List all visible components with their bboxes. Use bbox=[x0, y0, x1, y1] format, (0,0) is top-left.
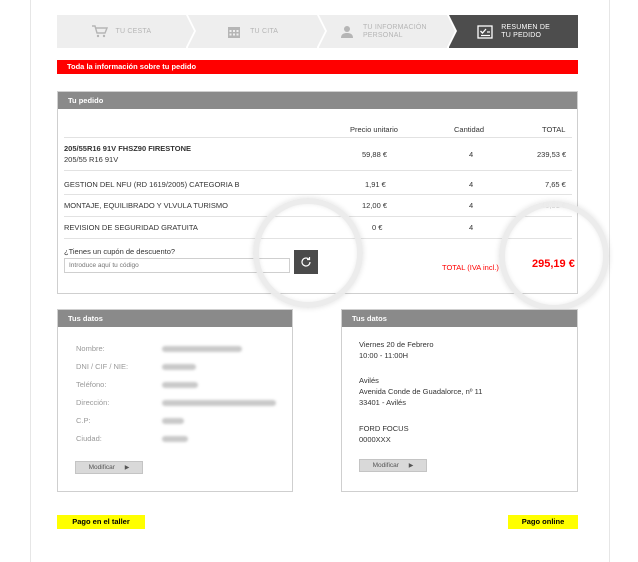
item-name: 205/55R16 91V FHSZ90 FIRESTONE bbox=[64, 144, 192, 153]
step-summary[interactable]: RESUMEN DE TU PEDIDO bbox=[449, 15, 578, 48]
modify-appointment-button[interactable]: Modificar ▶ bbox=[359, 459, 427, 472]
step-summary-label: RESUMEN DE TU PEDIDO bbox=[501, 24, 550, 40]
vehicle-model: FORD FOCUS bbox=[359, 424, 409, 433]
play-icon: ▶ bbox=[408, 463, 414, 469]
total-label: TOTAL (IVA incl.) bbox=[442, 263, 499, 272]
modify-label: Modificar bbox=[372, 462, 399, 469]
total-value: 295,19 € bbox=[532, 258, 575, 270]
step-personal-info-label: TU INFORMACIÓN PERSONAL bbox=[363, 24, 427, 40]
item-qty: 4 bbox=[469, 201, 474, 210]
field-city-label: Ciudad: bbox=[76, 434, 102, 443]
pay-at-workshop-button[interactable]: Pago en el taller bbox=[57, 515, 145, 529]
redacted-value bbox=[162, 418, 184, 424]
appointment-date: Viernes 20 de Febrero bbox=[359, 340, 434, 349]
row-divider bbox=[64, 170, 572, 171]
pay-online-button[interactable]: Pago online bbox=[508, 515, 578, 529]
row-divider bbox=[64, 216, 572, 217]
step-personal-info[interactable]: TU INFORMACIÓN PERSONAL bbox=[318, 15, 458, 48]
field-postal-code-label: C.P: bbox=[76, 416, 91, 425]
column-unit-price: Precio unitario bbox=[350, 125, 398, 134]
item-qty: 4 bbox=[469, 150, 474, 159]
item-name: MONTAJE, EQUILIBRADO Y VLVULA TURISMO bbox=[64, 201, 228, 210]
personal-data-title: Tus datos bbox=[58, 310, 292, 327]
item-price: 0 € bbox=[372, 223, 383, 232]
vehicle-plate: 0000XXX bbox=[359, 435, 391, 444]
calendar-icon bbox=[226, 25, 242, 39]
workshop-address: Avenida Conde de Guadalorce, nº 11 bbox=[359, 387, 483, 396]
step-personal-line2: PERSONAL bbox=[362, 31, 403, 39]
play-icon: ▶ bbox=[124, 465, 130, 471]
appointment-time: 10:00 - 11:00H bbox=[359, 351, 409, 360]
redacted-value bbox=[162, 382, 198, 388]
info-banner: Toda la información sobre tu pedido bbox=[57, 60, 578, 74]
modify-personal-button[interactable]: Modificar ▶ bbox=[75, 461, 143, 474]
checkout-steps: TU CESTA TU CITA TU INFORMACIÓN PERSONAL … bbox=[57, 15, 578, 48]
column-total: TOTAL bbox=[542, 125, 566, 134]
order-panel: Tu pedido Precio unitario Cantidad TOTAL… bbox=[57, 91, 578, 294]
coupon-label: ¿Tienes un cupón de descuento? bbox=[64, 247, 176, 256]
appointment-title: Tus datos bbox=[342, 310, 577, 327]
step-summary-line2: TU PEDIDO bbox=[501, 31, 542, 39]
modify-label: Modificar bbox=[88, 464, 115, 471]
step-appointment-label: TU CITA bbox=[250, 27, 279, 35]
user-icon bbox=[339, 25, 355, 39]
field-dni-label: DNI / CIF / NIE: bbox=[76, 362, 129, 371]
appointment-panel: Tus datos Viernes 20 de Febrero 10:00 - … bbox=[341, 309, 578, 492]
row-divider bbox=[64, 194, 572, 195]
workshop-postal: 33401 - Avilés bbox=[359, 398, 406, 407]
column-quantity: Cantidad bbox=[454, 125, 485, 134]
apply-coupon-button[interactable] bbox=[294, 250, 318, 274]
item-qty: 4 bbox=[469, 223, 474, 232]
item-price: 12,00 € bbox=[362, 201, 388, 210]
item-total: 7,65 € bbox=[545, 180, 566, 189]
item-name: GESTION DEL NFU (RD 1619/2005) CATEGORIA… bbox=[64, 180, 240, 189]
step-cart[interactable]: TU CESTA bbox=[57, 15, 196, 48]
step-personal-line1: TU INFORMACIÓN bbox=[362, 23, 427, 31]
step-appointment[interactable]: TU CITA bbox=[187, 15, 327, 48]
header-divider bbox=[64, 137, 572, 138]
field-phone-label: Teléfono: bbox=[76, 380, 107, 389]
item-size: 205/55 R16 91V bbox=[64, 155, 119, 164]
workshop-city: Avilés bbox=[359, 376, 379, 385]
redacted-value bbox=[162, 400, 276, 406]
item-price: 59,88 € bbox=[362, 150, 388, 159]
item-total: 239,53 € bbox=[537, 150, 567, 159]
item-qty: 4 bbox=[469, 180, 474, 189]
step-cart-label: TU CESTA bbox=[115, 27, 152, 35]
field-address-label: Dirección: bbox=[76, 398, 110, 407]
coupon-input[interactable] bbox=[64, 258, 290, 273]
redacted-value bbox=[162, 436, 188, 442]
checklist-icon bbox=[477, 24, 493, 39]
personal-data-panel: Tus datos Nombre: DNI / CIF / NIE: Teléf… bbox=[57, 309, 293, 492]
cart-icon bbox=[91, 25, 108, 39]
item-name: REVISION DE SEGURIDAD GRATUITA bbox=[64, 223, 198, 232]
order-panel-title: Tu pedido bbox=[58, 92, 577, 109]
item-price: 1,91 € bbox=[365, 180, 386, 189]
field-name-label: Nombre: bbox=[76, 344, 105, 353]
item-total: 48,01 € bbox=[541, 201, 567, 210]
refresh-icon bbox=[301, 257, 311, 267]
redacted-value bbox=[162, 346, 242, 352]
step-summary-line1: RESUMEN DE bbox=[501, 23, 550, 31]
redacted-value bbox=[162, 364, 196, 370]
row-divider bbox=[64, 238, 572, 239]
